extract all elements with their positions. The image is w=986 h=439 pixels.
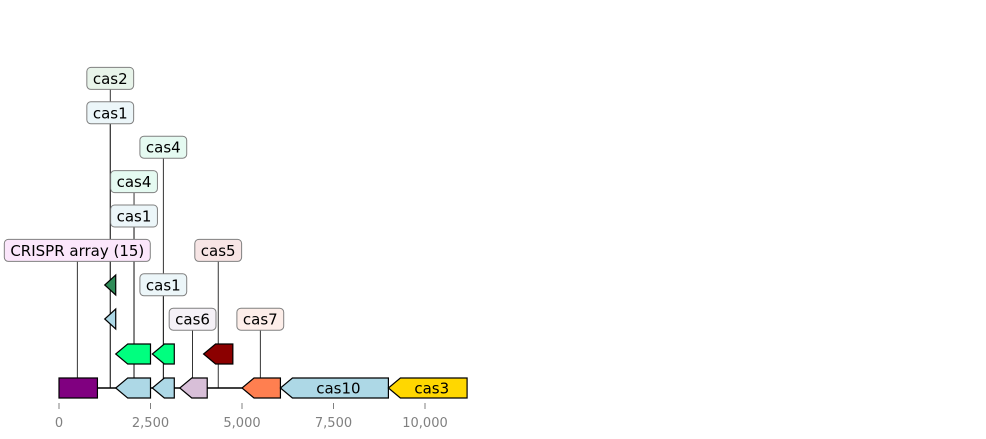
feature-label: cas4	[139, 135, 188, 159]
feature-label: cas6	[168, 307, 217, 331]
features: cas10 cas3	[58, 273, 468, 399]
svg-text:cas2: cas2	[93, 70, 128, 88]
svg-text:cas4: cas4	[146, 139, 181, 157]
x-tick-label: 7,500	[315, 416, 352, 431]
label-leader-lines	[76, 78, 261, 388]
svg-text:cas5: cas5	[201, 242, 236, 260]
feature-label: cas1	[139, 273, 188, 297]
gene-inline-label: cas10	[316, 380, 360, 398]
feature-label: cas2	[86, 66, 135, 90]
gene-feature	[178, 377, 208, 399]
svg-text:cas7: cas7	[243, 311, 278, 329]
gene-feature	[151, 377, 175, 399]
gene-feature	[241, 377, 282, 399]
feature-labels: cas2cas1cas4cas4cas1CRISPR array (15) cas…	[3, 66, 285, 331]
x-tick-label: 5,000	[223, 416, 260, 431]
gene-feature	[151, 343, 175, 365]
feature-label: cas7	[236, 307, 285, 331]
feature-label: cas1	[110, 204, 158, 228]
gene-map: 0 2,500 5,000 7,500 10,000cas10 cas3cas2cas1c…	[3, 66, 468, 431]
x-tick-label: 0	[55, 416, 63, 431]
svg-text:CRISPR array (15): CRISPR array (15)	[10, 242, 144, 260]
feature-label: CRISPR array (15)	[3, 238, 151, 262]
svg-text:cas4: cas4	[117, 173, 152, 191]
feature-label: cas4	[110, 170, 158, 194]
svg-text:cas6: cas6	[175, 311, 210, 329]
x-axis: 0 2,500 5,000 7,500 10,000	[55, 403, 448, 431]
svg-text:cas1: cas1	[93, 104, 128, 122]
feature-label: cas1	[86, 101, 135, 125]
feature-label: cas5	[194, 238, 243, 262]
gene-feature	[114, 377, 152, 399]
gene-feature	[58, 377, 99, 399]
gene-feature	[202, 343, 234, 365]
gene-feature	[114, 343, 152, 365]
svg-text:cas1: cas1	[117, 208, 152, 226]
gene-inline-label: cas3	[414, 380, 449, 398]
x-tick-label: 10,000	[402, 416, 448, 431]
svg-text:cas1: cas1	[146, 276, 181, 294]
x-tick-label: 2,500	[132, 416, 169, 431]
